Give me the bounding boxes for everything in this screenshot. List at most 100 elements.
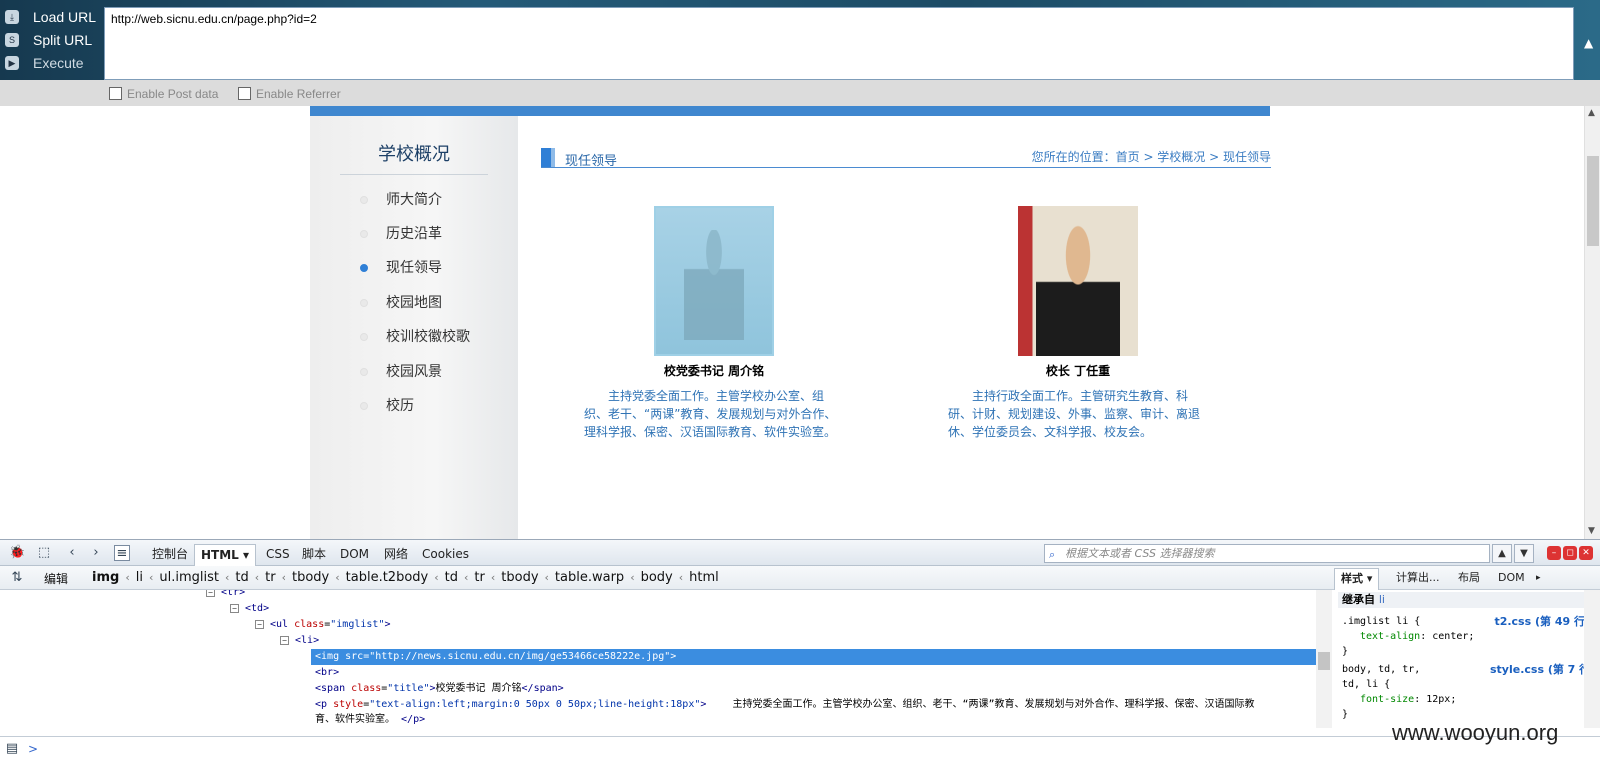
css-selector: body, td, tr, [1342,664,1421,675]
search-prev-button[interactable]: ▲ [1492,544,1512,563]
scroll-down-icon[interactable]: ▼ [1588,526,1595,536]
sidebar-item-map[interactable]: 校园地图 [360,293,442,313]
inspect-icon[interactable]: ⬚ [36,545,52,561]
firebug-icon[interactable]: 🐞 [9,545,25,561]
forward-arrow-icon[interactable]: › [88,545,104,561]
bullet-icon [360,368,368,376]
sidebar-item-history[interactable]: 历史沿革 [360,224,442,244]
scrollbar-thumb[interactable] [1318,652,1330,670]
tab-css[interactable]: CSS [260,544,296,566]
bullet-icon [360,230,368,238]
tab-network[interactable]: 网络 [378,544,414,566]
crumb-item[interactable]: ul.imglist [159,570,219,585]
sidebar-item-leaders[interactable]: 现任领导 [360,258,442,278]
content-title: 现任领导 [565,154,618,169]
css-rule[interactable]: .imglist li { text-align: center; } t2.c… [1342,614,1584,659]
collapse-icon[interactable]: − [255,619,264,629]
tab-side-dom[interactable]: DOM [1492,568,1531,590]
tab-console[interactable]: 控制台 [146,544,194,566]
tree-node[interactable]: <br> [315,665,339,681]
sidebar-item-label: 师大简介 [386,192,442,208]
crumb-item[interactable]: td [235,570,248,585]
sidebar-item-calendar[interactable]: 校历 [360,396,414,416]
tree-node-selected[interactable]: <img src="http://news.sicnu.edu.cn/img/g… [311,649,1316,665]
crumb-item[interactable]: img [92,570,119,585]
crumb-item[interactable]: tbody [292,570,329,585]
search-next-button[interactable]: ▼ [1514,544,1534,563]
detach-icon[interactable]: ◻ [1563,546,1577,560]
sidebar-item-intro[interactable]: 师大简介 [360,190,442,210]
tab-layout[interactable]: 布局 [1452,568,1486,590]
crumb-item[interactable]: table.warp [555,570,624,585]
css-close: } [1342,646,1349,657]
collapse-icon[interactable]: − [230,603,239,613]
minimize-icon[interactable]: – [1547,546,1561,560]
url-input[interactable]: http://web.sicnu.edu.cn/page.php?id=2 [104,7,1574,80]
css-declaration[interactable]: text-align: center; [1342,629,1474,644]
scrollbar-thumb[interactable] [1587,156,1599,246]
leader-card: 校长 丁任重 主持行政全面工作。主管研究生教育、科研、计财、规划建设、外事、监察… [948,206,1208,441]
load-url-button[interactable]: ⤓ Load URL [0,6,102,28]
crumb-item[interactable]: html [689,570,719,585]
close-icon[interactable]: ✕ [1579,546,1593,560]
crumb-item[interactable]: body [641,570,673,585]
pin-icon[interactable]: ⇅ [9,570,25,586]
command-editor-icon[interactable]: ▤ [4,741,20,757]
tree-node[interactable]: − <td> [230,601,269,617]
search-placeholder: 根据文本或者 CSS 选择器搜索 [1065,547,1215,560]
firebug-toolbar: 🐞 ⬚ ‹ › ≡ 控制台 HTML ▾ CSS 脚本 DOM 网络 Cooki… [0,540,1600,566]
css-rule[interactable]: body, td, tr, td, li { font-size: 12px; … [1342,662,1584,722]
header-accent-light [551,148,555,167]
execute-button[interactable]: ▶ Execute [0,52,102,74]
css-source-link[interactable]: style.css (第 7 行) [1490,662,1584,677]
crumb-item[interactable]: td [445,570,458,585]
split-url-button[interactable]: S Split URL [0,29,102,51]
crumb-item[interactable]: tr [265,570,275,585]
crumb-separator: ‹ [490,571,496,584]
collapse-icon[interactable]: − [206,590,215,597]
breadcrumb[interactable]: 您所在的位置：首页 > 学校概况 > 现任领导 [1032,148,1271,165]
portrait-figure [684,230,744,340]
tab-computed[interactable]: 计算出... [1390,568,1446,590]
tree-node[interactable]: − <ul class="imglist"> [255,617,391,633]
page-scrollbar[interactable]: ▲ ▼ [1584,106,1600,539]
bullet-icon [360,333,368,341]
html-search-input[interactable]: ⌕ 根据文本或者 CSS 选择器搜索 [1044,544,1490,563]
tree-node[interactable]: <p style="text-align:left;margin:0 50px … [315,697,1255,713]
tab-style[interactable]: 样式 ▾ [1334,568,1380,590]
crumb-item[interactable]: li [136,570,143,585]
back-arrow-icon[interactable]: ‹ [64,545,80,561]
style-panel-scrollbar[interactable] [1584,590,1600,728]
main-content: 现任领导 您所在的位置：首页 > 学校概况 > 现任领导 校党委书记 周介铭 主… [518,116,1271,539]
tab-dom[interactable]: DOM [334,544,375,566]
tab-html[interactable]: HTML ▾ [194,544,257,566]
css-selector: .imglist li { [1342,616,1421,627]
tree-node[interactable]: − <tr> [206,590,245,601]
crumb-item[interactable]: table.t2body [346,570,429,585]
command-line-icon[interactable]: ≡ [114,545,130,561]
load-url-label: Load URL [33,9,97,25]
sidebar-item-scenery[interactable]: 校园风景 [360,362,442,382]
tree-node[interactable]: − <li> [280,633,319,649]
tree-node[interactable]: <span class="title">校党委书记 周介铭</span> [315,681,564,697]
css-declaration[interactable]: font-size: 12px; [1342,692,1456,707]
tab-cookies[interactable]: Cookies [416,544,475,566]
crumb-item[interactable]: tbody [501,570,538,585]
hackbar-scroll-arrow-icon[interactable]: ▲ [1584,36,1593,50]
html-tree-scrollbar[interactable] [1316,590,1332,728]
inherited-header: 继承自 li [1338,592,1584,608]
enable-post-checkbox[interactable]: Enable Post data [109,87,218,101]
sidebar-item-label: 校历 [386,398,414,414]
crumb-item[interactable]: tr [474,570,484,585]
more-tabs-icon[interactable]: ▸ [1530,568,1547,590]
sidebar-item-label: 校训校徽校歌 [386,329,470,345]
command-line[interactable]: ▤ > [0,736,1600,762]
edit-button[interactable]: 编辑 [44,570,68,587]
enable-referrer-checkbox[interactable]: Enable Referrer [238,87,341,101]
leader-photo [654,206,774,356]
sidebar-item-motto[interactable]: 校训校徽校歌 [360,327,470,347]
scroll-up-icon[interactable]: ▲ [1588,108,1595,118]
tab-script[interactable]: 脚本 [296,544,332,566]
css-source-link[interactable]: t2.css (第 49 行) [1490,614,1584,629]
collapse-icon[interactable]: − [280,635,289,645]
